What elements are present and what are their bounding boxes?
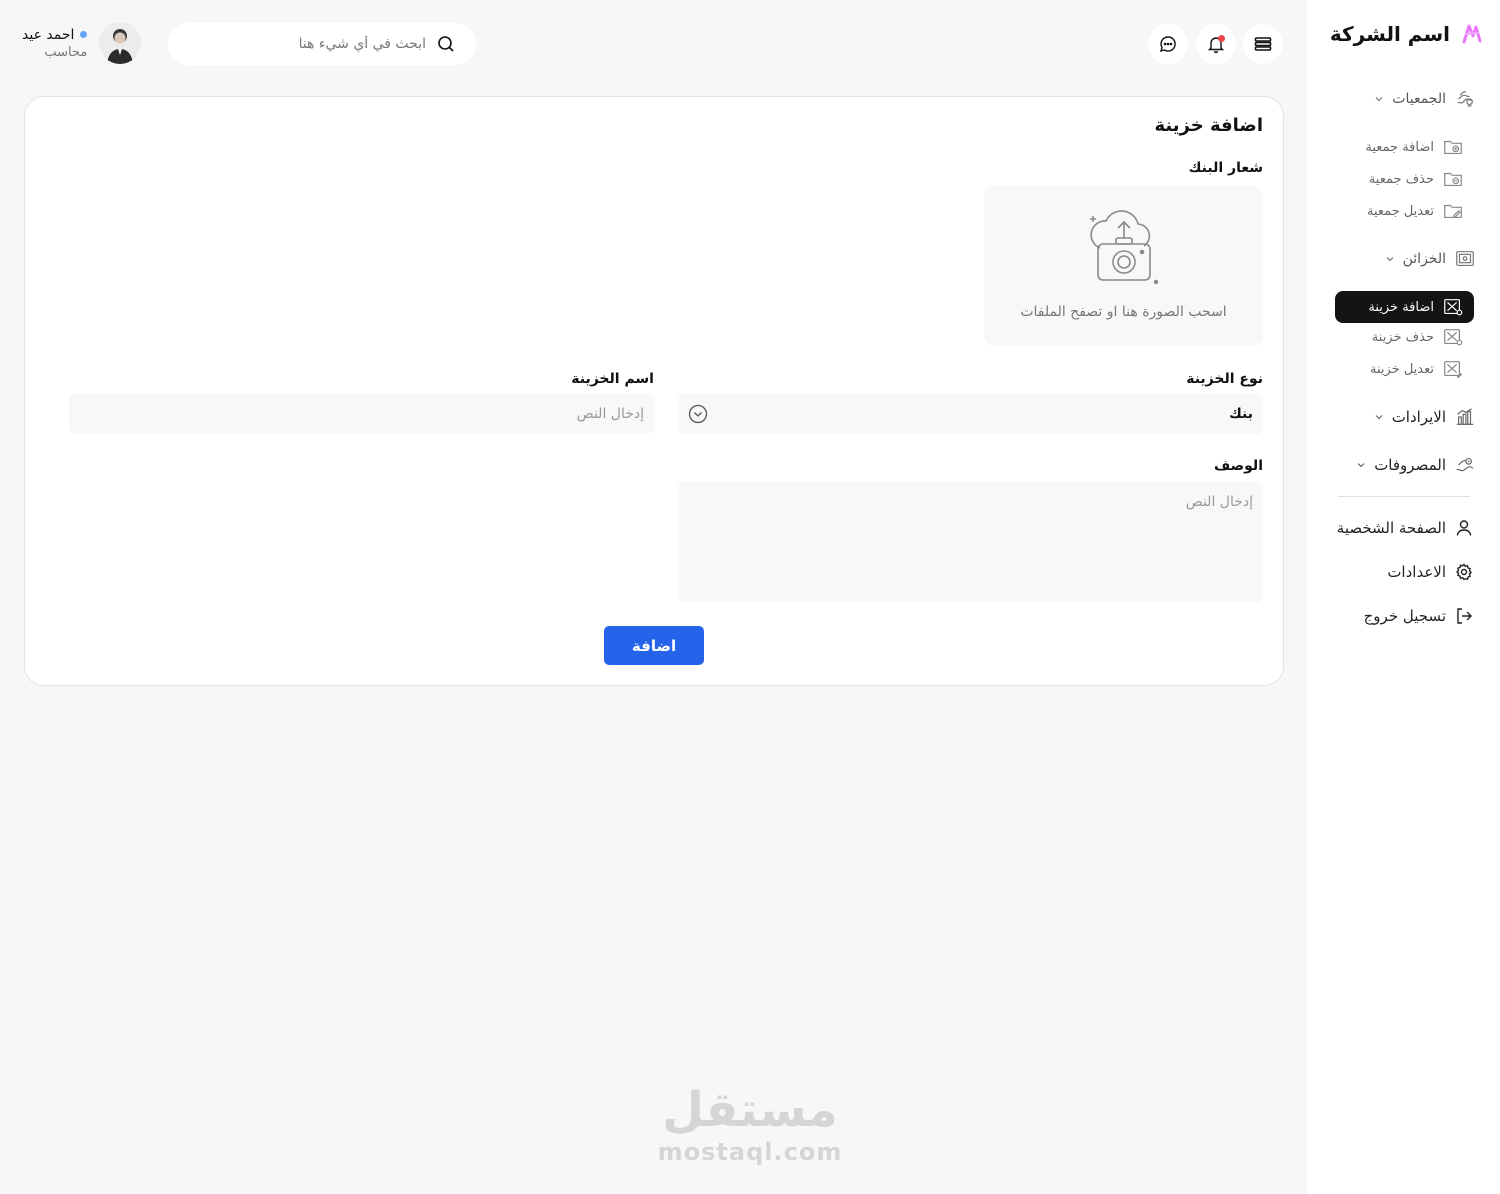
watermark: مستقل mostaql.com — [620, 1082, 880, 1166]
description-label: الوصف — [1213, 458, 1263, 474]
avatar-image — [99, 22, 142, 64]
nav-item-add-treasury[interactable]: اضافة خزينة — [1335, 291, 1474, 323]
folder-edit-icon — [1444, 204, 1462, 219]
user-role: محاسب — [44, 44, 88, 60]
nav-item-label: حذف خزينة — [1371, 329, 1434, 345]
nav-item-label: تعديل جمعية — [1366, 203, 1434, 219]
nav-label: الاعدادات — [1387, 563, 1446, 581]
brand-logo-icon — [1462, 24, 1482, 44]
nav-group-label: المصروفات — [1374, 456, 1446, 474]
user-icon — [1456, 520, 1472, 536]
user-name-row: احمد عيد — [22, 26, 88, 43]
nav-item-add-association[interactable]: اضافة جمعية — [1365, 136, 1464, 158]
nav-item-label: تعديل خزينة — [1369, 361, 1434, 377]
treasury-name-label: اسم الخزينة — [571, 371, 654, 387]
chevron-down-circle-icon — [688, 404, 708, 424]
nav-item-edit-treasury[interactable]: تعديل خزينة — [1370, 358, 1464, 380]
nav-profile[interactable]: الصفحة الشخصية — [1337, 518, 1474, 538]
image-dropzone[interactable]: اسحب الصورة هنا او تصفح الملفات — [984, 186, 1263, 346]
nav-logout[interactable]: تسجيل خروج — [1364, 606, 1474, 626]
watermark-arabic: مستقل — [662, 1082, 838, 1138]
nav-item-label: اضافة جمعية — [1365, 139, 1434, 155]
nav-label: تسجيل خروج — [1363, 607, 1446, 625]
chat-icon — [1159, 36, 1176, 53]
messages-button[interactable] — [1148, 24, 1188, 64]
gear-icon — [1455, 563, 1472, 581]
dropzone-text: اسحب الصورة هنا او تصفح الملفات — [1020, 304, 1227, 320]
nav-item-delete-association[interactable]: حذف جمعية — [1369, 168, 1464, 190]
search-bar[interactable] — [168, 23, 476, 65]
nav-item-edit-association[interactable]: تعديل جمعية — [1367, 200, 1464, 222]
chevron-down-icon — [1386, 257, 1394, 262]
menu-icon — [1254, 37, 1272, 51]
submit-button[interactable]: اضافة — [604, 626, 704, 665]
nav-group-label: الايرادات — [1391, 408, 1446, 426]
nav-group-label: الخزائن — [1402, 251, 1446, 267]
chevron-down-icon — [1357, 463, 1365, 468]
treasury-add-icon — [1444, 299, 1463, 316]
nav-group-associations[interactable]: الجمعيات — [1374, 88, 1476, 110]
safe-icon — [1456, 251, 1474, 267]
user-profile[interactable]: احمد عيد محاسب — [22, 22, 142, 64]
nav-group-treasuries[interactable]: الخزائن — [1385, 248, 1476, 270]
logout-icon — [1457, 608, 1472, 624]
treasury-edit-icon — [1444, 361, 1463, 378]
brand[interactable]: اسم الشركة — [1330, 22, 1484, 46]
sidebar: اسم الشركة الجمعيات اضافة جمعية حذف جمعي… — [1307, 0, 1500, 1194]
search-input[interactable] — [206, 36, 426, 52]
treasury-type-select[interactable]: بنك — [678, 394, 1263, 434]
user-info: احمد عيد محاسب — [22, 26, 88, 60]
watermark-latin: mostaql.com — [657, 1138, 843, 1166]
chevron-down-icon — [1375, 415, 1383, 420]
nav-settings[interactable]: الاعدادات — [1387, 562, 1474, 582]
treasury-type-value: بنك — [1228, 406, 1253, 422]
notifications-button[interactable] — [1196, 24, 1236, 64]
nav-item-label: اضافة خزينة — [1368, 299, 1434, 315]
description-textarea[interactable] — [678, 482, 1263, 602]
camera-upload-icon — [1090, 210, 1159, 285]
treasury-name-input[interactable] — [79, 406, 644, 422]
treasury-remove-icon — [1444, 329, 1463, 346]
revenue-chart-icon — [1456, 408, 1474, 425]
avatar[interactable] — [99, 22, 142, 64]
add-treasury-card: اضافة خزينة شعار البنك اسحب الصورة هنا ا… — [24, 96, 1284, 686]
nav-label: الصفحة الشخصية — [1336, 519, 1446, 537]
online-indicator — [80, 31, 88, 38]
search-icon — [438, 36, 454, 52]
bank-logo-label: شعار البنك — [1188, 160, 1263, 176]
treasury-type-label: نوع الخزينة — [1186, 371, 1263, 387]
folder-remove-icon — [1444, 172, 1462, 187]
sidebar-divider — [1338, 496, 1470, 497]
brand-name: اسم الشركة — [1329, 22, 1450, 46]
page-title: اضافة خزينة — [1154, 115, 1263, 136]
nav-group-revenues[interactable]: الايرادات — [1374, 406, 1476, 428]
chevron-down-icon — [1375, 97, 1383, 102]
nav-item-label: حذف جمعية — [1368, 171, 1434, 187]
nav-group-label: الجمعيات — [1392, 91, 1446, 107]
folder-add-icon — [1444, 140, 1462, 155]
treasury-name-field[interactable] — [69, 394, 654, 434]
user-name: احمد عيد — [22, 26, 75, 43]
expenses-icon — [1456, 457, 1474, 472]
associations-icon — [1457, 91, 1473, 107]
notification-dot — [1218, 35, 1225, 42]
menu-button[interactable] — [1243, 24, 1283, 64]
nav-item-delete-treasury[interactable]: حذف خزينة — [1372, 326, 1464, 348]
nav-group-expenses[interactable]: المصروفات — [1356, 454, 1476, 476]
